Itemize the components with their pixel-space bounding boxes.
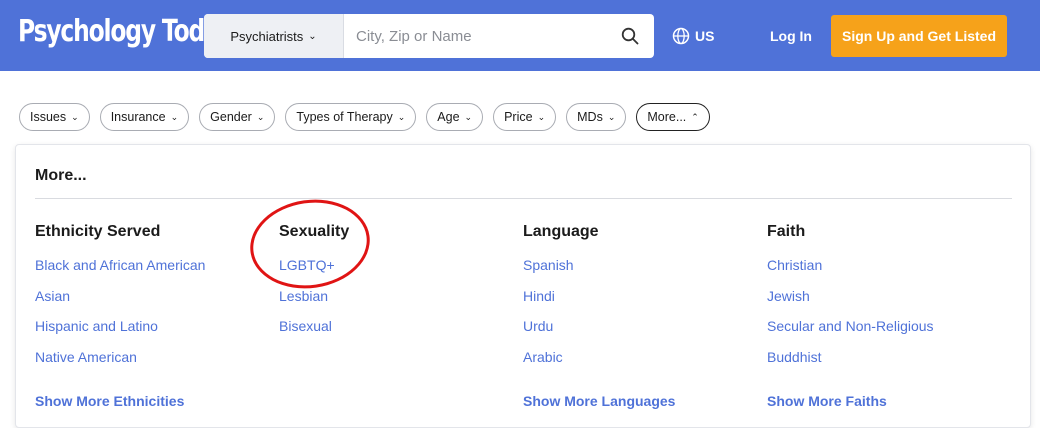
search-category-label: Psychiatrists <box>230 28 304 44</box>
filter-chip-label: Gender <box>210 110 252 124</box>
filter-chip-issues[interactable]: Issues ⌄ <box>19 103 90 131</box>
filter-option-lgbtq[interactable]: LGBTQ+ <box>279 257 509 288</box>
chevron-down-icon: ⌄ <box>308 30 317 42</box>
filter-bar: Issues ⌄ Insurance ⌄ Gender ⌄ Types of Ther… <box>19 103 710 131</box>
filter-chip-price[interactable]: Price ⌄ <box>493 103 557 131</box>
chevron-down-icon: ⌄ <box>170 111 179 122</box>
column-heading: Ethnicity Served <box>35 223 161 240</box>
chevron-down-icon: ⌄ <box>256 111 265 122</box>
logo[interactable]: Psychology Today <box>18 14 233 49</box>
globe-icon <box>672 27 690 45</box>
filter-option-spanish[interactable]: Spanish <box>523 257 753 288</box>
filter-chip-insurance[interactable]: Insurance ⌄ <box>99 103 190 131</box>
search-input[interactable] <box>344 14 606 58</box>
chevron-down-icon: ⌄ <box>464 111 473 122</box>
column-heading: Faith <box>767 223 806 240</box>
filter-chip-label: Issues <box>30 110 67 124</box>
locale-label: US <box>695 28 715 44</box>
filter-chip-label: Insurance <box>110 110 166 124</box>
filter-column-faith: Faith Christian Jewish Secular and Non-R… <box>767 223 1007 409</box>
show-more-languages-link[interactable]: Show More Languages <box>523 393 675 409</box>
filter-option-hispanic-and-latino[interactable]: Hispanic and Latino <box>35 318 265 349</box>
filter-chip-label: Types of Therapy <box>296 110 393 124</box>
filter-option-jewish[interactable]: Jewish <box>767 288 1007 319</box>
top-navigation-bar: Psychology Today Psychiatrists ⌄ US Log … <box>0 0 1040 71</box>
filter-chip-label: Price <box>504 110 533 124</box>
filter-chip-gender[interactable]: Gender ⌄ <box>199 103 276 131</box>
show-more-faiths-link[interactable]: Show More Faiths <box>767 393 887 409</box>
chevron-down-icon: ⌄ <box>71 111 79 122</box>
filter-option-christian[interactable]: Christian <box>767 257 1007 288</box>
panel-title: More... <box>35 167 87 184</box>
filter-chip-types-of-therapy[interactable]: Types of Therapy ⌄ <box>285 103 417 131</box>
filter-option-native-american[interactable]: Native American <box>35 349 265 380</box>
divider <box>35 198 1012 199</box>
filter-option-hindi[interactable]: Hindi <box>523 288 753 319</box>
filter-option-buddhist[interactable]: Buddhist <box>767 349 1007 380</box>
login-link[interactable]: Log In <box>770 28 812 44</box>
chevron-down-icon: ⌄ <box>607 111 616 122</box>
filter-chip-age[interactable]: Age ⌄ <box>426 103 484 131</box>
filter-chip-mds[interactable]: MDs ⌄ <box>566 103 627 131</box>
filter-column-language: Language Spanish Hindi Urdu Arabic Show … <box>523 223 753 409</box>
chevron-down-icon: ⌄ <box>537 111 546 122</box>
signup-button[interactable]: Sign Up and Get Listed <box>831 15 1007 57</box>
filter-option-urdu[interactable]: Urdu <box>523 318 753 349</box>
search-button[interactable] <box>606 14 654 58</box>
filter-chip-more[interactable]: More... ⌃ <box>636 103 710 131</box>
more-filters-panel: More... Ethnicity Served Black and Afric… <box>15 144 1031 428</box>
filter-chip-label: More... <box>647 110 687 124</box>
filter-option-arabic[interactable]: Arabic <box>523 349 753 380</box>
chevron-down-icon: ⌄ <box>397 111 406 122</box>
filter-option-secular-and-non-religious[interactable]: Secular and Non-Religious <box>767 318 1007 349</box>
filter-option-asian[interactable]: Asian <box>35 288 265 319</box>
filter-option-bisexual[interactable]: Bisexual <box>279 318 509 349</box>
show-more-ethnicities-link[interactable]: Show More Ethnicities <box>35 393 184 409</box>
column-heading: Sexuality <box>279 223 350 240</box>
filter-chip-label: Age <box>437 110 460 124</box>
filter-column-ethnicity: Ethnicity Served Black and African Ameri… <box>35 223 265 409</box>
filter-column-sexuality: Sexuality LGBTQ+ Lesbian Bisexual <box>279 223 509 349</box>
locale-selector[interactable]: US <box>672 27 714 45</box>
filter-option-black-and-african-american[interactable]: Black and African American <box>35 257 265 288</box>
filter-chip-label: MDs <box>577 110 603 124</box>
search-bar: Psychiatrists ⌄ <box>204 14 654 58</box>
column-heading: Language <box>523 223 599 240</box>
filter-option-lesbian[interactable]: Lesbian <box>279 288 509 319</box>
search-category-dropdown[interactable]: Psychiatrists ⌄ <box>204 14 344 58</box>
chevron-up-icon: ⌃ <box>691 111 699 122</box>
search-icon <box>621 27 639 45</box>
